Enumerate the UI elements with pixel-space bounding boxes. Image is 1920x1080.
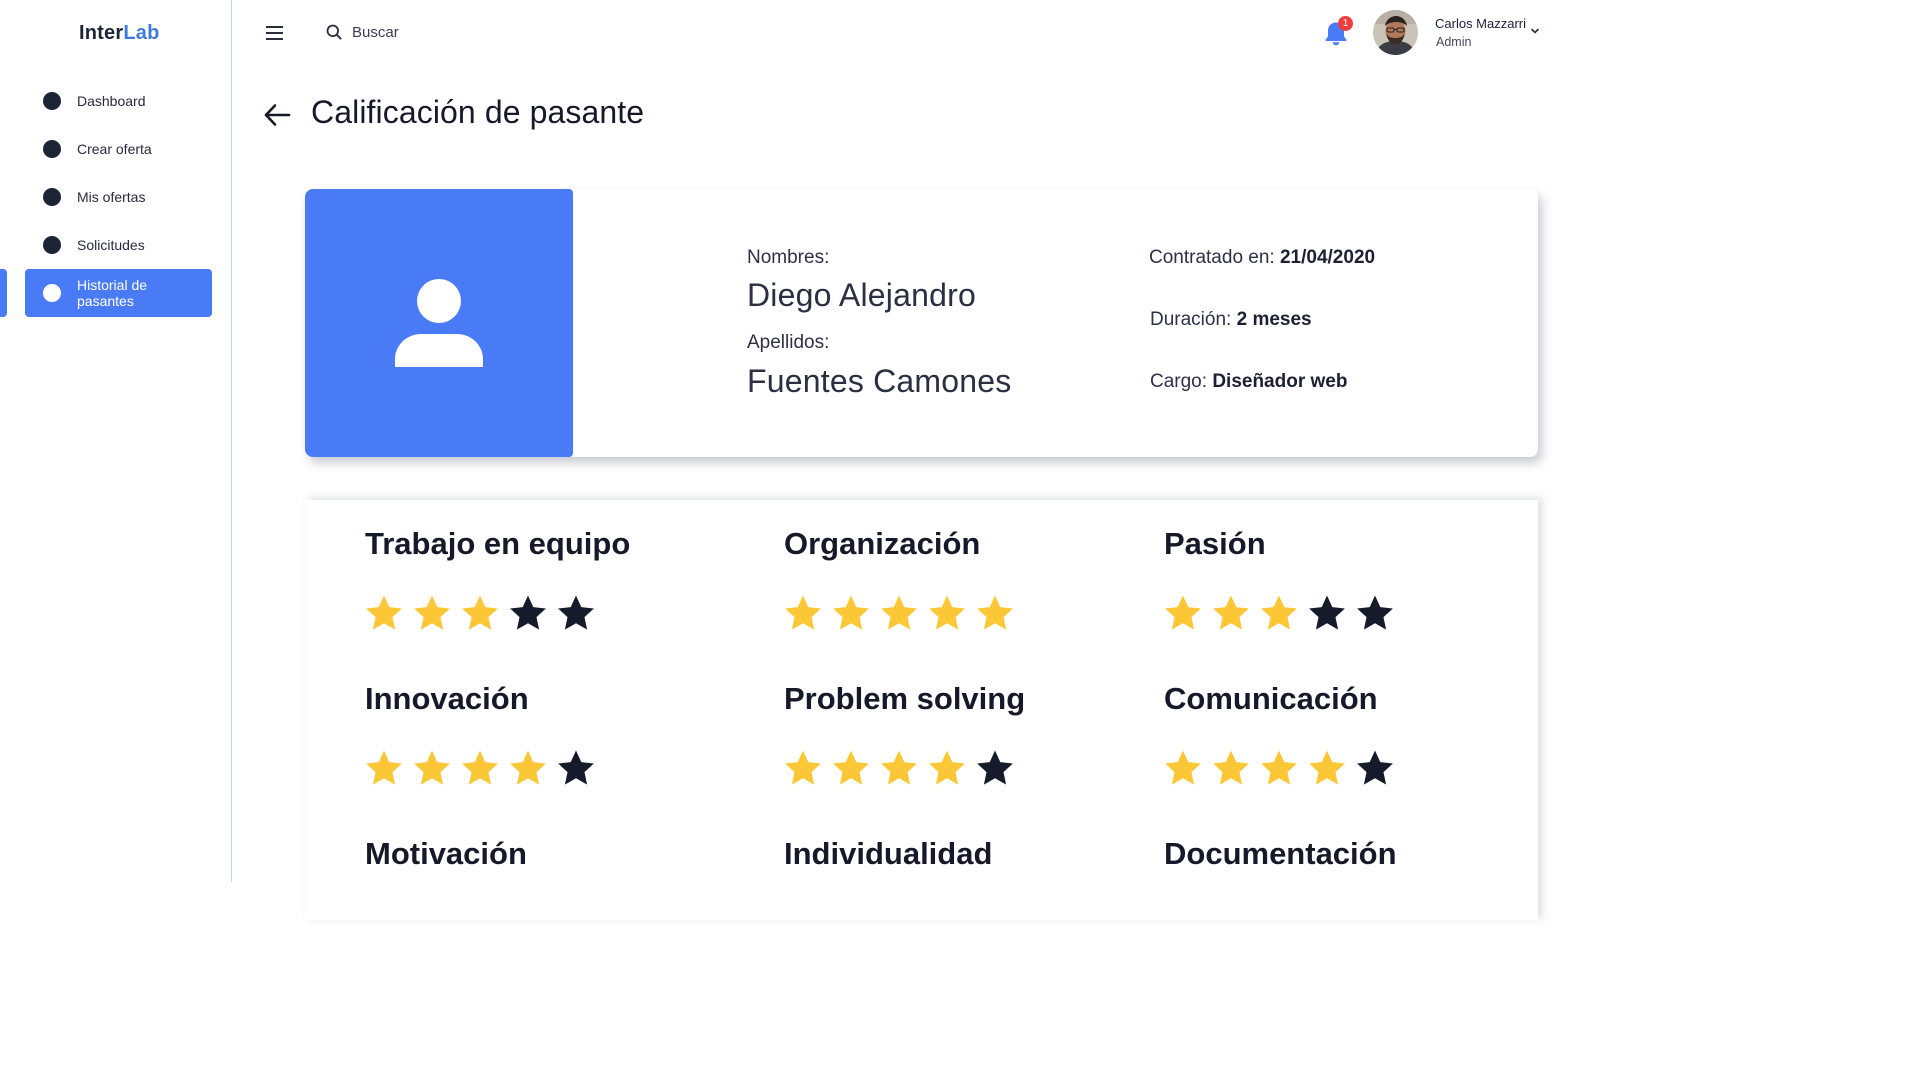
last-name-value: Fuentes Camones [747,363,1012,399]
ratings-card: Trabajo en equipo Organización Pasión In… [305,500,1538,920]
app-logo[interactable]: InterLab [79,22,160,45]
solicitudes-icon [43,236,61,254]
dashboard-icon [43,92,61,110]
rating-title-organization: Organización [784,526,981,561]
star-rating-passion[interactable] [1163,593,1395,633]
sidebar-item-label: Crear oferta [77,141,152,157]
star-rating-innovation[interactable] [364,748,596,788]
star-empty-icon[interactable] [1355,748,1395,788]
position-row: Cargo: Diseñador web [1150,371,1347,393]
star-filled-icon[interactable] [1211,748,1251,788]
sidebar-item-mis-ofertas[interactable]: Mis ofertas [25,177,212,217]
notification-count-badge: 1 [1338,16,1353,31]
user-photo-icon [1373,10,1418,55]
intern-profile-card: Nombres: Diego Alejandro Apellidos: Fuen… [305,189,1538,457]
star-empty-icon[interactable] [556,593,596,633]
star-filled-icon[interactable] [364,748,404,788]
logo-text-inter: Inter [79,22,124,44]
first-name-value: Diego Alejandro [747,277,976,313]
rating-title-problem-solving: Problem solving [784,681,1026,716]
sidebar-item-solicitudes[interactable]: Solicitudes [25,225,212,265]
star-filled-icon[interactable] [1259,593,1299,633]
star-filled-icon[interactable] [831,593,871,633]
star-empty-icon[interactable] [975,748,1015,788]
search-icon [326,24,342,40]
star-rating-problem-solving[interactable] [783,748,1015,788]
crear-oferta-icon [43,140,61,158]
sidebar-item-label: Dashboard [77,93,146,109]
sidebar-item-label: Solicitudes [77,237,145,253]
star-filled-icon[interactable] [783,748,823,788]
star-rating-organization[interactable] [783,593,1015,633]
star-empty-icon[interactable] [556,748,596,788]
star-filled-icon[interactable] [927,593,967,633]
search-input[interactable] [352,23,592,41]
star-filled-icon[interactable] [412,593,452,633]
sidebar-item-historial-de-pasantes[interactable]: Historial de pasantes [25,269,212,317]
back-arrow-icon[interactable] [263,102,291,128]
user-name: Carlos Mazzarri [1435,16,1527,31]
star-filled-icon[interactable] [508,748,548,788]
last-name-label: Apellidos: [747,332,830,353]
position-label: Cargo: [1150,371,1208,392]
star-filled-icon[interactable] [879,748,919,788]
sidebar-item-label: Historial de pasantes [77,277,148,309]
duration-row: Duración: 2 meses [1150,309,1312,331]
star-filled-icon[interactable] [460,593,500,633]
hired-date-row: Contratado en: 21/04/2020 [1149,247,1375,269]
star-filled-icon[interactable] [364,593,404,633]
rating-title-individuality: Individualidad [784,836,993,871]
star-filled-icon[interactable] [412,748,452,788]
page-title: Calificación de pasante [311,94,645,130]
user-placeholder-icon [395,279,483,367]
hired-date-value: 21/04/2020 [1279,247,1376,268]
first-name-label: Nombres: [747,247,830,268]
search-bar [326,20,626,44]
avatar[interactable] [1373,10,1418,55]
sidebar-item-label: Mis ofertas [77,189,146,205]
rating-title-communication: Comunicación [1164,681,1378,716]
sidebar-item-crear-oferta[interactable]: Crear oferta [25,129,212,169]
hired-date-label: Contratado en: [1149,247,1275,268]
rating-title-motivation: Motivación [365,836,527,871]
position-value: Diseñador web [1212,371,1348,392]
star-filled-icon[interactable] [1211,593,1251,633]
rating-title-passion: Pasión [1164,526,1266,561]
star-filled-icon[interactable] [1163,593,1203,633]
duration-label: Duración: [1150,309,1232,330]
hamburger-menu-button[interactable] [265,24,285,42]
star-empty-icon[interactable] [1307,593,1347,633]
star-empty-icon[interactable] [508,593,548,633]
star-filled-icon[interactable] [927,748,967,788]
mis-ofertas-icon [43,188,61,206]
star-filled-icon[interactable] [1307,748,1347,788]
star-filled-icon[interactable] [783,593,823,633]
chevron-down-icon[interactable] [1528,24,1542,38]
rating-title-documentation: Documentación [1164,836,1397,871]
rating-title-teamwork: Trabajo en equipo [365,526,631,561]
sidebar: InterLab Dashboard Crear oferta Mis ofer… [0,0,232,882]
notifications-button[interactable]: 1 [1322,16,1353,48]
logo-text-lab: Lab [123,22,160,44]
star-empty-icon[interactable] [1355,593,1395,633]
star-rating-communication[interactable] [1163,748,1395,788]
star-filled-icon[interactable] [1163,748,1203,788]
rating-title-innovation: Innovación [365,681,529,716]
star-filled-icon[interactable] [1259,748,1299,788]
duration-value: 2 meses [1236,309,1312,330]
star-filled-icon[interactable] [460,748,500,788]
historial-icon [43,284,61,302]
profile-photo-placeholder [305,189,573,457]
user-role: Admin [1436,35,1472,49]
star-filled-icon[interactable] [879,593,919,633]
star-filled-icon[interactable] [831,748,871,788]
sidebar-item-dashboard[interactable]: Dashboard [25,81,212,121]
active-nav-marker [0,269,7,317]
star-filled-icon[interactable] [975,593,1015,633]
star-rating-teamwork[interactable] [364,593,596,633]
